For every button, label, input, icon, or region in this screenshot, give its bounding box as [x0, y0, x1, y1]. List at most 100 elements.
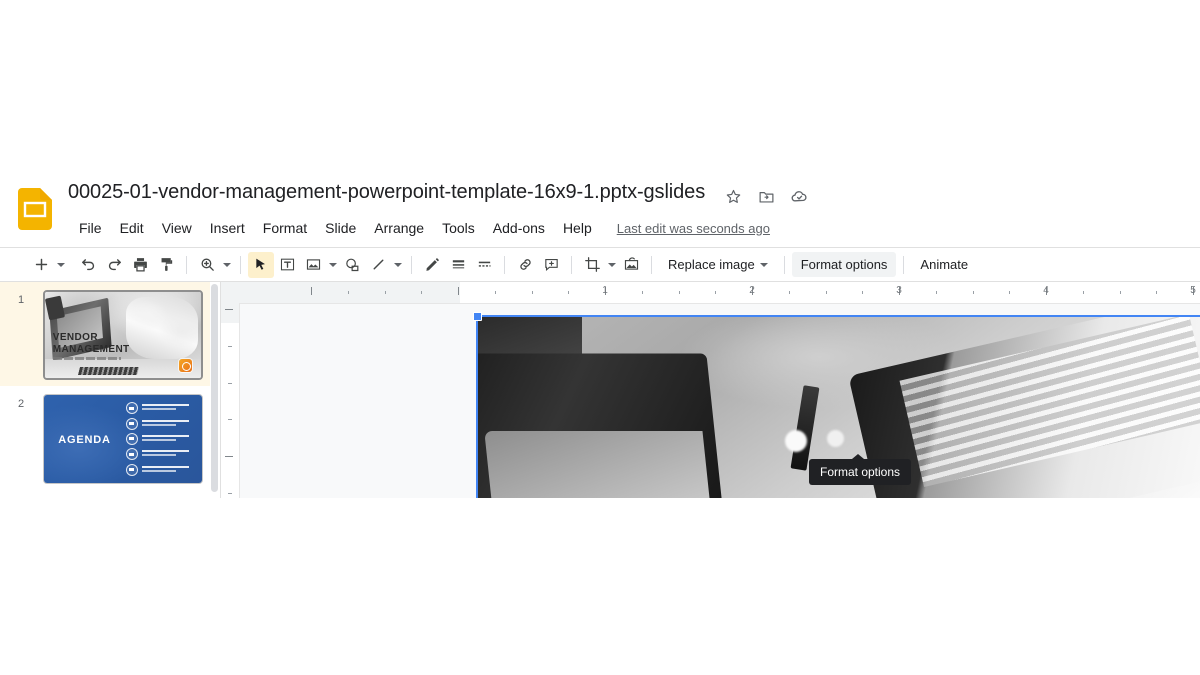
- list-item: [126, 402, 196, 415]
- ruler-minor-tick: [1119, 291, 1121, 294]
- line-dropdown-chevron-down-icon[interactable]: [391, 252, 404, 278]
- list-item: [126, 448, 196, 461]
- horizontal-ruler[interactable]: 1 2 3 4 5: [221, 282, 1200, 304]
- ruler-number: 3: [896, 285, 902, 296]
- new-slide-button[interactable]: [28, 252, 54, 278]
- format-options-label: Format options: [800, 257, 888, 272]
- vruler-major-tick: [225, 309, 233, 310]
- slide-1-logo-badge-icon: [178, 358, 192, 372]
- vruler-minor-tick: [228, 493, 232, 494]
- slide-1-photo: VENDOR MANAGEMENT: [45, 292, 201, 378]
- ruler-minor-tick: [972, 291, 974, 294]
- paint-format-button[interactable]: [153, 252, 179, 278]
- menu-item-addons[interactable]: Add-ons: [484, 217, 554, 239]
- slide-panel-scrollbar-thumb[interactable]: [211, 284, 218, 492]
- ruler-minor-tick: [384, 291, 386, 294]
- menu-bar: File Edit View Insert Format Slide Arran…: [70, 217, 770, 239]
- last-edit-link[interactable]: Last edit was seconds ago: [617, 221, 770, 236]
- undo-button[interactable]: [75, 252, 101, 278]
- agenda-bullet-icon: [126, 432, 139, 445]
- reset-image-button[interactable]: [618, 252, 644, 278]
- select-tool-button[interactable]: [248, 251, 274, 278]
- replace-image-label: Replace image: [668, 257, 755, 272]
- new-slide-dropdown-chevron-down-icon[interactable]: [54, 252, 67, 278]
- line-button[interactable]: [365, 252, 391, 278]
- line-dash-button[interactable]: [471, 252, 497, 278]
- slide-panel-scrollbar[interactable]: [210, 282, 219, 498]
- list-item: [126, 417, 196, 430]
- text-box-button[interactable]: [274, 252, 300, 278]
- slide-canvas[interactable]: [240, 304, 1200, 498]
- slide-2-title-text: AGENDA: [58, 433, 111, 446]
- title-action-icons: [722, 185, 810, 207]
- animate-button[interactable]: Animate: [911, 252, 977, 277]
- ruler-number: 2: [749, 285, 755, 296]
- list-item: [126, 463, 196, 476]
- title-bar: 00025-01-vendor-management-powerpoint-te…: [0, 175, 1200, 247]
- ruler-minor-tick: [825, 291, 827, 294]
- slide-1-preview[interactable]: VENDOR MANAGEMENT: [43, 290, 203, 380]
- format-options-tooltip: Format options: [809, 454, 912, 485]
- insert-link-button[interactable]: [512, 252, 538, 278]
- list-item: [126, 432, 196, 445]
- menu-item-help[interactable]: Help: [554, 217, 601, 239]
- slide-thumbnail-panel[interactable]: 1 VENDOR MANAGEMENT 2 AGENDA: [0, 282, 210, 498]
- insert-image-button[interactable]: [300, 252, 326, 278]
- vertical-ruler[interactable]: [221, 303, 240, 498]
- google-slides-window: 00025-01-vendor-management-powerpoint-te…: [0, 175, 1200, 498]
- menu-item-edit[interactable]: Edit: [111, 217, 153, 239]
- crop-button[interactable]: [579, 252, 605, 278]
- vruler-minor-tick: [228, 383, 232, 384]
- ruler-minor-tick: [715, 291, 717, 294]
- menu-item-insert[interactable]: Insert: [201, 217, 254, 239]
- pencil-button[interactable]: [419, 252, 445, 278]
- ruler-major-tick: [311, 287, 312, 295]
- redo-button[interactable]: [101, 252, 127, 278]
- document-title[interactable]: 00025-01-vendor-management-powerpoint-te…: [68, 181, 705, 204]
- menu-item-format[interactable]: Format: [254, 217, 316, 239]
- replace-image-button[interactable]: Replace image: [659, 252, 777, 277]
- zoom-button[interactable]: [194, 252, 220, 278]
- slides-logo-icon: [18, 188, 52, 230]
- agenda-bullet-icon: [126, 463, 139, 476]
- vruler-minor-tick: [228, 346, 232, 347]
- agenda-bullet-icon: [126, 402, 139, 415]
- menu-item-file[interactable]: File: [70, 217, 111, 239]
- toolbar: Replace image Format options Animate: [0, 247, 1200, 282]
- menu-item-tools[interactable]: Tools: [433, 217, 484, 239]
- vruler-minor-tick: [228, 419, 232, 420]
- editor-stage[interactable]: 1 2 3 4 5: [221, 282, 1200, 498]
- crop-dropdown-chevron-down-icon[interactable]: [605, 252, 618, 278]
- ruler-minor-tick: [531, 291, 533, 294]
- print-button[interactable]: [127, 252, 153, 278]
- ruler-minor-tick: [421, 291, 423, 294]
- replace-image-chevron-down-icon: [759, 262, 768, 267]
- agenda-bullet-icon: [126, 417, 139, 430]
- agenda-bullet-icon: [126, 448, 139, 461]
- slide-2-background: AGENDA: [44, 395, 202, 483]
- ruler-minor-tick: [935, 291, 937, 294]
- format-options-button[interactable]: Format options: [791, 252, 897, 277]
- move-to-folder-icon[interactable]: [755, 185, 777, 207]
- menu-item-arrange[interactable]: Arrange: [365, 217, 433, 239]
- ruler-major-tick: [458, 287, 459, 295]
- slide-thumbnail-1[interactable]: 1 VENDOR MANAGEMENT: [0, 282, 210, 386]
- animate-label: Animate: [920, 257, 969, 272]
- star-icon[interactable]: [722, 185, 744, 207]
- ruler-minor-tick: [862, 291, 864, 294]
- insert-image-dropdown-chevron-down-icon[interactable]: [326, 252, 339, 278]
- slide-2-preview[interactable]: AGENDA: [43, 394, 203, 484]
- slide-number-2: 2: [18, 398, 25, 410]
- ruler-number: 5: [1190, 285, 1196, 296]
- slide-number-1: 1: [18, 294, 25, 306]
- zoom-dropdown-chevron-down-icon[interactable]: [220, 252, 233, 278]
- slide-1-subtitle-placeholder: [52, 357, 122, 361]
- menu-item-slide[interactable]: Slide: [316, 217, 365, 239]
- line-weight-button[interactable]: [445, 252, 471, 278]
- menu-item-view[interactable]: View: [153, 217, 201, 239]
- slide-thumbnail-2[interactable]: 2 AGENDA: [0, 386, 210, 490]
- shape-button[interactable]: [339, 252, 365, 278]
- cloud-status-icon[interactable]: [788, 185, 810, 207]
- add-comment-button[interactable]: [538, 252, 564, 278]
- ruler-number: 1: [602, 285, 608, 296]
